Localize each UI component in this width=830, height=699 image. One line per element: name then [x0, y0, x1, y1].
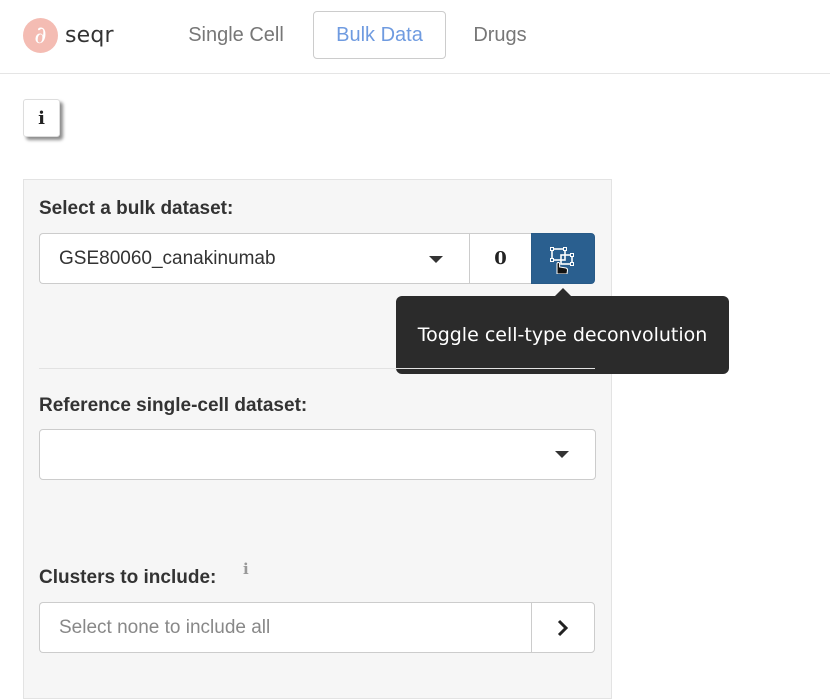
- navbar: ∂ seqr Single Cell Bulk Data Drugs: [0, 0, 830, 74]
- section-divider: [39, 368, 595, 369]
- seqr-logo-icon: ∂: [23, 17, 58, 53]
- deconvolution-tooltip: Toggle cell-type deconvolution: [396, 296, 729, 374]
- brand-name: seqr: [65, 22, 114, 48]
- chevron-right-icon: [557, 619, 569, 636]
- toggle-deconvolution-button[interactable]: [531, 233, 595, 284]
- tab-single-cell[interactable]: Single Cell: [166, 11, 306, 59]
- deconvolution-icon: [550, 246, 574, 274]
- info-button[interactable]: i: [23, 99, 60, 137]
- caret-down-icon: [429, 256, 443, 263]
- bulk-dataset-count: 0: [469, 233, 531, 284]
- bulk-dataset-value: GSE80060_canakinumab: [59, 247, 276, 269]
- reference-dataset-label: Reference single-cell dataset:: [39, 395, 308, 416]
- reference-dataset-select[interactable]: [39, 429, 596, 480]
- tab-drugs[interactable]: Drugs: [455, 11, 545, 59]
- clusters-input-group: Select none to include all: [39, 602, 595, 653]
- clusters-expand-button[interactable]: [531, 602, 595, 653]
- brand[interactable]: ∂ seqr: [23, 17, 114, 53]
- tooltip-arrow: [555, 288, 571, 296]
- bulk-dataset-label: Select a bulk dataset:: [39, 198, 234, 219]
- info-icon: i: [38, 107, 45, 129]
- caret-down-icon: [555, 451, 569, 458]
- clusters-info-icon[interactable]: i: [243, 560, 249, 578]
- clusters-placeholder: Select none to include all: [59, 616, 271, 638]
- clusters-input[interactable]: Select none to include all: [39, 602, 531, 653]
- tooltip-text: Toggle cell-type deconvolution: [417, 324, 708, 346]
- bulk-dataset-input-group: GSE80060_canakinumab 0: [39, 233, 595, 284]
- tab-bulk-data[interactable]: Bulk Data: [313, 11, 446, 59]
- clusters-label: Clusters to include:: [39, 567, 217, 588]
- bulk-dataset-select[interactable]: GSE80060_canakinumab: [39, 233, 469, 284]
